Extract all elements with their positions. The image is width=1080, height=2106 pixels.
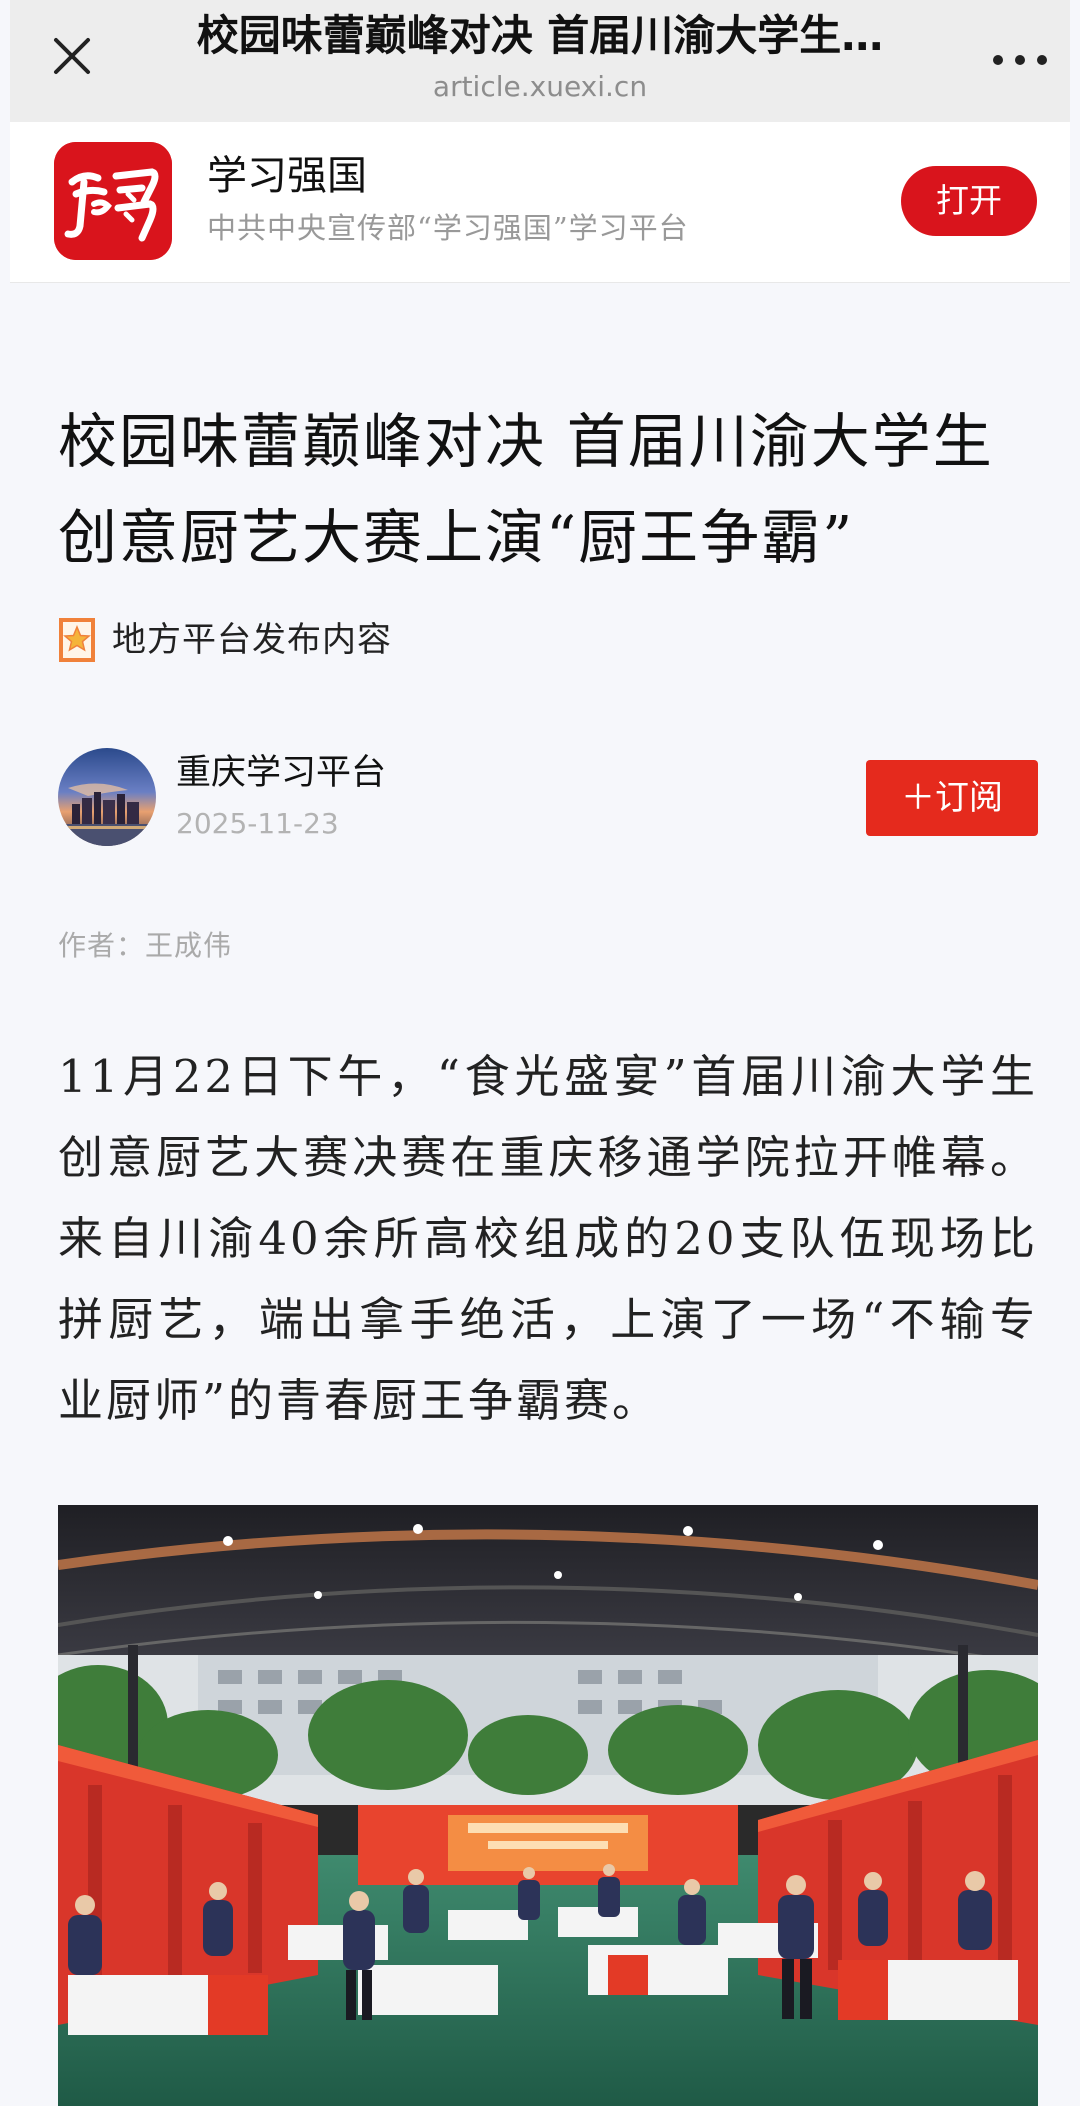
more-horizontal-icon [993,55,1047,65]
close-button[interactable] [42,26,102,86]
star-badge-icon [59,618,95,662]
browser-url: article.xuexi.cn [432,70,648,103]
open-app-button[interactable]: 打开 [901,166,1037,236]
app-subtitle: 中共中央宣传部“学习强国”学习平台 [207,211,689,245]
browser-top-bar: 校园味蕾巅峰对决 首届川渝大学生… article.xuexi.cn [10,0,1070,122]
article-paragraph: 11月22日下午，“食光盛宴”首届川渝大学生创意厨艺大赛决赛在重庆移通学院拉开帷… [58,1050,1038,1427]
more-menu-button[interactable] [980,28,1060,88]
app-name: 学习强国 [207,153,367,199]
cooking-competition-venue-photo[interactable] [58,1505,1038,2106]
source-row: 重庆学习平台 2025-11-23 ＋订阅 [58,748,1038,848]
close-icon [54,38,90,74]
subscribe-button[interactable]: ＋订阅 [866,760,1038,836]
xuexi-logo [54,142,172,260]
author-byline: 作者：王成伟 [58,929,233,962]
article-title: 校园味蕾巅峰对决 首届川渝大学生创意厨艺大赛上演“厨王争霸” [58,407,994,572]
source-name[interactable]: 重庆学习平台 [176,748,386,798]
browser-page-title: 校园味蕾巅峰对决 首届川渝大学生… [196,11,884,60]
publish-date: 2025-11-23 [176,807,339,840]
tag-label: 地方平台发布内容 [112,620,392,660]
source-avatar[interactable] [58,748,156,846]
content-source-tag: 地方平台发布内容 [58,612,392,668]
app-banner: 学习强国 中共中央宣传部“学习强国”学习平台 打开 [10,122,1070,283]
article-page: 校园味蕾巅峰对决 首届川渝大学生… article.xuexi.cn 学习强国 … [0,0,1080,2106]
